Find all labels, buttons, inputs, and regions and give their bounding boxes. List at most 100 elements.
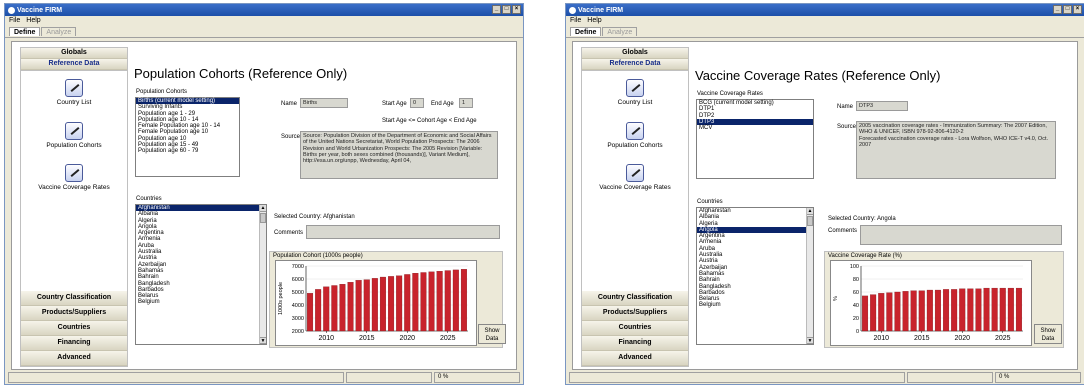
y-tick-label: 80 (853, 277, 859, 283)
menu-bar: File Help (5, 16, 523, 26)
nav-label: Vaccine Coverage Rates (38, 184, 110, 191)
coverage-list[interactable]: BCG (current model setting) DTP1 DTP2 DTP3 M… (696, 99, 814, 179)
country-list-scrollbar[interactable]: ▲ ▼ (259, 205, 266, 344)
menu-file[interactable]: File (9, 17, 20, 25)
nav-label: Country List (56, 99, 92, 106)
nav-vaccine-coverage-rates[interactable]: Vaccine Coverage Rates (21, 164, 127, 191)
scroll-down-icon[interactable]: ▼ (807, 337, 813, 344)
bar (943, 289, 950, 332)
bar (934, 289, 941, 332)
selected-country: Selected Country: Afghanistan (274, 214, 355, 220)
x-tick-label: 2020 (954, 335, 970, 342)
tab-analyze[interactable]: Analyze (602, 27, 638, 36)
vaccine-coverage-window: Vaccine FIRM _ □ × File Help Define Anal… (565, 3, 1084, 385)
comments-field[interactable] (860, 225, 1062, 245)
chart-plot: 2000 3000 4000 5000 6000 7000 1000s people 2010… (275, 260, 477, 346)
tab-define[interactable]: Define (9, 27, 41, 36)
nav-label: Vaccine Coverage Rates (599, 184, 671, 191)
bar (331, 285, 338, 332)
nav-country-list[interactable]: Country List (21, 79, 127, 106)
start-age-field: 0 (410, 98, 424, 108)
bar (363, 279, 370, 332)
tab-define[interactable]: Define (570, 27, 602, 36)
cohort-list-item[interactable]: Population age 60 - 79 (136, 148, 239, 154)
nav-vaccine-coverage-rates[interactable]: Vaccine Coverage Rates (582, 164, 688, 191)
bar (412, 272, 419, 332)
sidebar-globals[interactable]: Globals (582, 48, 688, 59)
x-tick-label: 2010 (318, 335, 334, 342)
x-tick-label: 2015 (914, 335, 930, 342)
sidebar: Globals Reference Data Country List Popu… (20, 47, 128, 367)
tab-analyze[interactable]: Analyze (41, 27, 77, 36)
sidebar-country-classification[interactable]: Country Classification (21, 291, 127, 306)
sidebar-reference-data[interactable]: Reference Data (582, 59, 688, 70)
status-progress: 0 % (434, 372, 520, 383)
menu-file[interactable]: File (570, 17, 581, 25)
status-progress: 0 % (995, 372, 1081, 383)
menu-bar: File Help (566, 16, 1084, 26)
bar (444, 270, 451, 332)
nav-population-cohorts[interactable]: Population Cohorts (582, 122, 688, 149)
show-data-button[interactable]: Show Data (478, 324, 506, 344)
name-label: Name (837, 104, 854, 110)
sidebar-products-suppliers[interactable]: Products/Suppliers (21, 306, 127, 321)
sidebar-countries[interactable]: Countries (582, 321, 688, 336)
country-list[interactable]: Afghanistan Albania Algeria Angola Argentina… (135, 204, 267, 345)
pencil-document-icon (626, 122, 644, 140)
reference-data-panel: Country List Population Cohorts Vaccine … (582, 70, 688, 296)
source-label: Source (837, 124, 857, 130)
bar (862, 295, 869, 332)
minimize-icon[interactable]: _ (1053, 5, 1062, 14)
sidebar-products-suppliers[interactable]: Products/Suppliers (582, 306, 688, 321)
menu-help[interactable]: Help (587, 17, 601, 25)
countries-label: Countries (136, 196, 162, 202)
bar (371, 278, 378, 332)
comments-field[interactable] (306, 225, 500, 239)
nav-country-list[interactable]: Country List (582, 79, 688, 106)
scroll-up-icon[interactable]: ▲ (807, 208, 813, 215)
page-title: Population Cohorts (Reference Only) (134, 66, 348, 81)
show-data-label-2: Data (485, 336, 499, 342)
sidebar-advanced[interactable]: Advanced (582, 351, 688, 366)
country-list[interactable]: Afghanistan Albania Algeria Angola Argentina… (696, 207, 814, 345)
title-bar: Vaccine FIRM _ □ × (566, 4, 1084, 16)
maximize-icon[interactable]: □ (502, 5, 511, 14)
chart-title: Population Cohort (1000s people) (273, 253, 363, 259)
menu-help[interactable]: Help (26, 17, 40, 25)
scroll-up-icon[interactable]: ▲ (260, 205, 266, 212)
sidebar-country-classification[interactable]: Country Classification (582, 291, 688, 306)
population-cohorts-window: Vaccine FIRM _ □ × File Help Define Anal… (4, 3, 524, 385)
country-list-scrollbar[interactable]: ▲ ▼ (806, 208, 813, 344)
nav-label: Population Cohorts (46, 142, 102, 149)
main-tabs: Define Analyze (5, 26, 523, 38)
selected-country: Selected Country: Angola (828, 216, 896, 222)
bar (999, 287, 1006, 332)
sidebar-advanced[interactable]: Advanced (21, 351, 127, 366)
country-list-item[interactable]: Belgium (136, 299, 266, 305)
scroll-thumb[interactable] (807, 216, 813, 226)
maximize-icon[interactable]: □ (1063, 5, 1072, 14)
scroll-thumb[interactable] (260, 213, 266, 223)
minimize-icon[interactable]: _ (492, 5, 501, 14)
country-list-item[interactable]: Belgium (697, 302, 813, 308)
countries-label: Countries (697, 199, 723, 205)
show-data-button[interactable]: Show Data (1034, 324, 1062, 344)
sidebar-financing[interactable]: Financing (21, 336, 127, 351)
scroll-down-icon[interactable]: ▼ (260, 337, 266, 344)
reference-data-panel: Country List Population Cohorts Vaccine … (21, 70, 127, 296)
close-icon[interactable]: × (512, 5, 521, 14)
pencil-document-icon (65, 79, 83, 97)
cohort-list-label: Population Cohorts (136, 89, 188, 95)
sidebar-globals[interactable]: Globals (21, 48, 127, 59)
y-tick-label: 2000 (292, 329, 304, 335)
bar (347, 282, 354, 332)
sidebar-reference-data[interactable]: Reference Data (21, 59, 127, 70)
nav-population-cohorts[interactable]: Population Cohorts (21, 122, 127, 149)
sidebar-countries[interactable]: Countries (21, 321, 127, 336)
coverage-list-item[interactable]: MCV (697, 125, 813, 131)
sidebar-financing[interactable]: Financing (582, 336, 688, 351)
name-label: Name (281, 101, 298, 107)
close-icon[interactable]: × (1073, 5, 1082, 14)
bar (420, 272, 427, 332)
cohort-list[interactable]: Births (current model setting) Surviving … (135, 97, 240, 177)
